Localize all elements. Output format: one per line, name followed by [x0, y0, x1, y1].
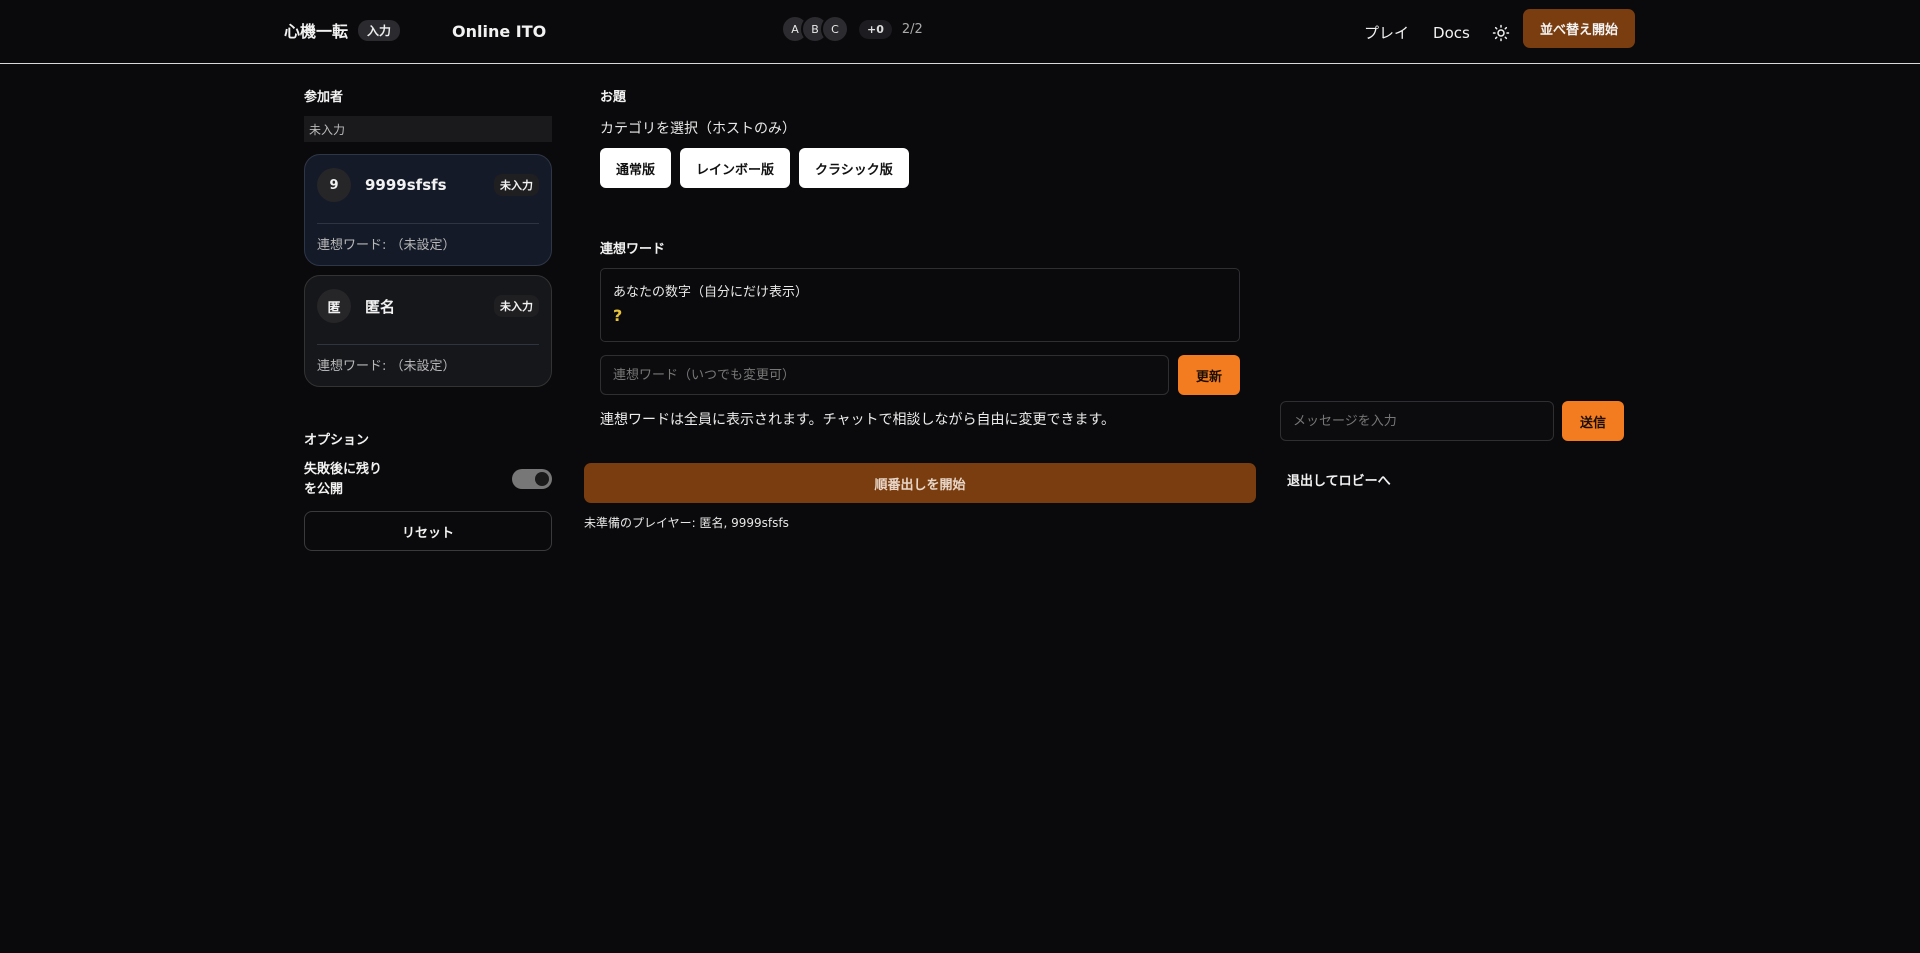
brand[interactable]: 心機一転 入力 [284, 18, 401, 42]
nav-play[interactable]: プレイ [1364, 22, 1409, 43]
main-nav: プレイ Docs [1364, 22, 1510, 43]
category-buttons: 通常版 レインボー版 クラシック版 [600, 148, 909, 188]
player-avatar: 9 [317, 168, 351, 202]
unready-players: 未準備のプレイヤー: 匿名, 9999sfsfs [584, 516, 789, 530]
my-number-value: ? [613, 306, 623, 325]
brand-name: 心機一転 [284, 22, 349, 41]
avatar: C [821, 15, 849, 43]
sun-icon[interactable] [1492, 24, 1510, 42]
my-number-label: あなたの数字（自分にだけ表示） [613, 285, 809, 300]
category-classic-button[interactable]: クラシック版 [799, 148, 909, 188]
start-order-button[interactable]: 順番出しを開始 [584, 463, 1256, 503]
app-title[interactable]: Online ITO [452, 22, 546, 41]
update-button[interactable]: 更新 [1178, 355, 1240, 395]
association-word-input[interactable] [600, 355, 1169, 395]
leave-to-lobby-link[interactable]: 退出してロビーへ [1287, 470, 1391, 489]
reveal-option-toggle[interactable] [512, 469, 552, 489]
card-divider [317, 344, 539, 345]
player-avatar: 匿 [317, 289, 351, 323]
player-word: 連想ワード: （未設定） [317, 359, 456, 374]
avatar-stack: A B C +0 2/2 [781, 15, 923, 43]
category-label: カテゴリを選択（ホストのみ） [600, 121, 796, 137]
player-card[interactable]: 匿 匿名 未入力 連想ワード: （未設定） [304, 275, 552, 387]
mode-badge: 入力 [358, 19, 401, 41]
chat-message-input[interactable] [1280, 401, 1554, 441]
player-count: 2/2 [901, 21, 923, 37]
status-strip: 未入力 [304, 116, 552, 142]
category-rainbow-button[interactable]: レインボー版 [680, 148, 791, 188]
options-title: オプション [304, 433, 370, 448]
player-name: 匿名 [365, 297, 396, 316]
player-name: 9999sfsfs [365, 176, 447, 194]
topic-title: お題 [600, 90, 627, 105]
participants-title: 参加者 [304, 90, 344, 105]
player-status-badge: 未入力 [494, 295, 539, 317]
card-divider [317, 223, 539, 224]
player-status-badge: 未入力 [494, 174, 539, 196]
my-number-box: あなたの数字（自分にだけ表示） ? [600, 268, 1240, 342]
word-title: 連想ワード [600, 242, 666, 257]
word-note: 連想ワードは全員に表示されます。チャットで相談しながら自由に変更できます。 [600, 412, 1116, 428]
reveal-option-label: 失敗後に残りを公開 [304, 462, 383, 497]
avatar-more-badge: +0 [859, 19, 892, 39]
send-button[interactable]: 送信 [1562, 401, 1624, 441]
player-word: 連想ワード: （未設定） [317, 238, 456, 253]
nav-docs[interactable]: Docs [1433, 24, 1470, 42]
start-sort-button[interactable]: 並べ替え開始 [1523, 9, 1635, 48]
category-normal-button[interactable]: 通常版 [600, 148, 672, 188]
top-header: 心機一転 入力 Online ITO A B C +0 2/2 プレイ Docs… [0, 0, 1920, 64]
reset-button[interactable]: リセット [304, 511, 552, 551]
player-card[interactable]: 9 9999sfsfs 未入力 連想ワード: （未設定） [304, 154, 552, 266]
toggle-knob [535, 472, 549, 486]
